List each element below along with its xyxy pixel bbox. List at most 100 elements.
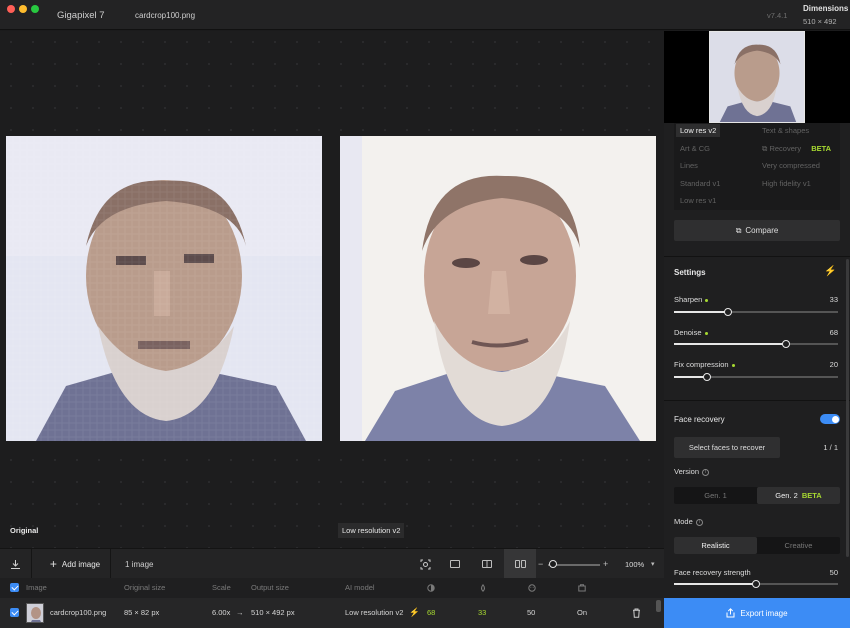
model-text-shapes[interactable]: Text & shapes: [762, 126, 809, 135]
mode-label: Mode i: [674, 517, 703, 526]
import-button[interactable]: [0, 549, 32, 579]
zoom-level[interactable]: 100%: [625, 549, 644, 579]
arrow-icon: →: [236, 608, 244, 617]
dimensions-label: Dimensions: [803, 4, 849, 13]
minimize-window-button[interactable]: [19, 5, 27, 13]
export-image-button[interactable]: Export image: [664, 598, 850, 628]
row-model: Low resolution v2: [345, 608, 404, 617]
info-icon: i: [702, 468, 710, 476]
face-frame-icon: [420, 559, 430, 569]
split-view-button[interactable]: [478, 549, 496, 579]
row-denoise: 33: [478, 608, 487, 617]
creative-option[interactable]: Creative: [757, 537, 840, 554]
bottom-toolbar: + Add image 1 image − + 100% ▾: [0, 548, 664, 579]
strength-value: 50: [829, 568, 838, 577]
export-icon: [726, 608, 735, 618]
select-faces-button[interactable]: Select faces to recover: [674, 437, 780, 458]
side-by-side-icon: [514, 560, 526, 568]
compression-col-icon: [578, 584, 586, 592]
denoise-slider[interactable]: [674, 339, 838, 348]
face-count: 1 / 1: [823, 443, 838, 452]
strength-slider-knob[interactable]: [752, 579, 760, 588]
denoise-value: 68: [829, 328, 838, 337]
zoom-menu-chevron-icon[interactable]: ▾: [651, 549, 655, 579]
fix-compression-slider[interactable]: [674, 372, 838, 381]
zoom-slider-knob[interactable]: [549, 560, 557, 568]
row-checkbox[interactable]: [10, 608, 19, 617]
lightning-icon: ⚡: [409, 607, 420, 617]
strength-slider[interactable]: [674, 579, 838, 588]
col-ai-model: AI model: [345, 583, 375, 592]
select-all-checkbox[interactable]: [10, 583, 19, 592]
model-lines[interactable]: Lines: [680, 161, 698, 170]
row-filename: cardcrop100.png: [50, 608, 107, 617]
denoise-label: Denoise: [674, 328, 708, 337]
sharpen-slider-knob[interactable]: [724, 307, 733, 316]
dimensions-value: 510 × 492: [803, 17, 837, 26]
download-icon: [11, 559, 20, 569]
fit-view-button[interactable]: [416, 549, 434, 579]
image-canvas[interactable]: Original Low resolution v2: [0, 31, 664, 548]
row-output-size: 510 × 492 px: [251, 608, 295, 617]
section-divider: [664, 256, 850, 257]
model-low-res-v1[interactable]: Low res v1: [680, 196, 716, 205]
navigator-image: [709, 31, 805, 123]
upscaled-image: [340, 136, 656, 441]
denoise-slider-knob[interactable]: [781, 339, 790, 348]
row-thumbnail: [26, 603, 44, 623]
section-divider: [664, 400, 850, 401]
split-view-icon: [482, 560, 492, 568]
sharpen-slider[interactable]: [674, 307, 838, 316]
compare-icon: ⧉: [735, 225, 742, 235]
zoom-in-button[interactable]: +: [603, 549, 608, 579]
app-name: Gigapixel 7: [57, 10, 105, 21]
face-recovery-toggle[interactable]: [820, 414, 840, 424]
model-art-cg[interactable]: Art & CG: [680, 144, 710, 153]
col-output-size: Output size: [251, 583, 289, 592]
single-view-button[interactable]: [446, 549, 464, 579]
model-very-compressed[interactable]: Very compressed: [762, 161, 820, 170]
maximize-window-button[interactable]: [31, 5, 39, 13]
title-bar: Gigapixel 7 cardcrop100.png v7.4.1 Dimen…: [0, 0, 850, 30]
realistic-option[interactable]: Realistic: [674, 537, 757, 554]
compare-button[interactable]: ⧉ Compare: [674, 220, 840, 241]
close-window-button[interactable]: [7, 5, 15, 13]
model-high-fidelity-v1[interactable]: High fidelity v1: [762, 179, 811, 188]
col-original-size: Original size: [124, 583, 166, 592]
fix-compression-slider-knob[interactable]: [702, 372, 711, 381]
col-scale: Scale: [212, 583, 231, 592]
model-standard-v1[interactable]: Standard v1: [680, 179, 720, 188]
row-face-strength: 50: [527, 608, 536, 617]
table-scrollbar[interactable]: [656, 600, 661, 612]
gen1-option[interactable]: Gen. 1: [674, 487, 757, 504]
version-segmented-control: Gen. 1 Gen. 2 BETA: [674, 487, 840, 504]
row-compression-state: On: [577, 608, 588, 617]
sharpen-value: 33: [829, 295, 838, 304]
denoise-col-icon: [481, 584, 485, 592]
add-image-button[interactable]: + Add image: [44, 549, 106, 579]
fix-compression-label: Fix compression: [674, 360, 735, 369]
gen2-option[interactable]: Gen. 2 BETA: [757, 487, 840, 504]
side-by-side-view-button[interactable]: [504, 549, 536, 579]
gen2-beta-badge: BETA: [801, 491, 822, 500]
sidebar-scrollbar[interactable]: [846, 259, 849, 557]
trash-icon[interactable]: [632, 608, 641, 618]
sharpen-col-icon: [427, 584, 435, 592]
original-image: [6, 136, 322, 441]
plus-icon: +: [49, 557, 57, 571]
zoom-out-button[interactable]: −: [538, 549, 543, 579]
original-label: Original: [10, 526, 39, 535]
col-image: Image: [26, 583, 47, 592]
model-low-res-v2[interactable]: Low res v2: [676, 124, 721, 137]
fix-compression-value: 20: [829, 360, 838, 369]
right-sidebar: Low res v2 Text & shapes Art & CG ⧉ Reco…: [664, 31, 850, 628]
file-tab[interactable]: cardcrop100.png: [135, 11, 195, 20]
navigator-preview[interactable]: [664, 31, 850, 123]
info-icon: i: [695, 518, 703, 526]
mode-segmented-control: Realistic Creative: [674, 537, 840, 554]
model-recovery[interactable]: ⧉ Recovery BETA: [762, 144, 831, 154]
image-count: 1 image: [125, 559, 154, 569]
add-image-label: Add image: [61, 559, 101, 569]
table-row[interactable]: cardcrop100.png 85 × 82 px 6.00x → 510 ×…: [0, 598, 664, 628]
face-col-icon: [528, 584, 536, 592]
